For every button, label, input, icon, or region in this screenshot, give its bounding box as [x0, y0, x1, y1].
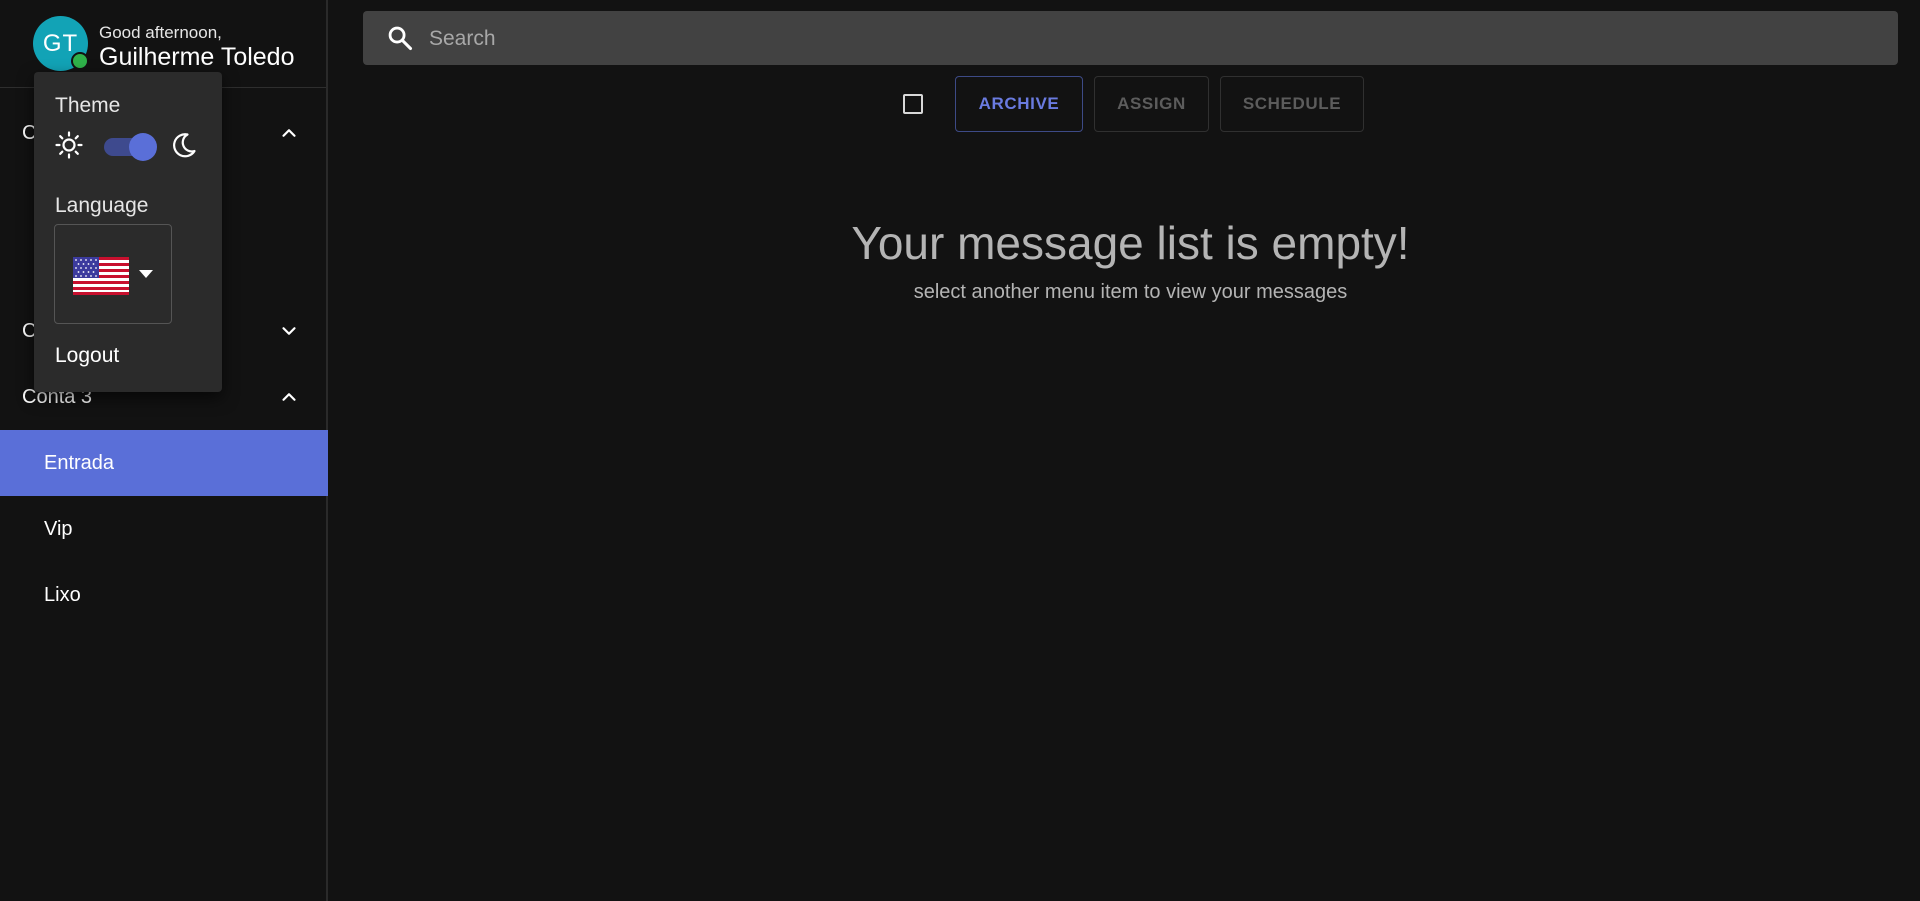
folder-item-entrada[interactable]: Entrada [0, 430, 328, 496]
empty-state-subtitle: select another menu item to view your me… [913, 281, 1348, 303]
folder-label: Entrada [44, 451, 115, 474]
theme-toggle[interactable] [104, 133, 157, 161]
us-flag-icon [73, 257, 129, 295]
chevron-up-icon [282, 129, 296, 137]
theme-switcher [54, 128, 204, 162]
schedule-button[interactable]: SCHEDULE [1220, 76, 1364, 132]
select-all-checkbox[interactable] [903, 94, 923, 114]
language-label: Language [55, 194, 149, 217]
sun-icon [55, 131, 83, 159]
caret-down-icon [139, 270, 153, 278]
folder-item-vip[interactable]: Vip [0, 496, 328, 562]
avatar[interactable]: GT [33, 16, 89, 71]
folder-item-lixo[interactable]: Lixo [0, 562, 328, 628]
search-icon [388, 26, 413, 51]
user-settings-popover: Theme Language Logout [34, 72, 222, 392]
search-input[interactable] [427, 11, 1871, 67]
moon-icon [173, 133, 196, 158]
language-select[interactable] [54, 224, 172, 324]
search-bar[interactable] [363, 11, 1898, 67]
avatar-initials: GT [42, 29, 79, 57]
user-name: Guilherme Toledo [99, 43, 295, 71]
chevron-up-icon [282, 393, 296, 401]
online-status-dot [71, 52, 89, 70]
empty-state-title: Your message list is empty! [851, 217, 1410, 269]
greeting-text: Good afternoon, [99, 23, 222, 42]
folder-label: Vip [44, 517, 73, 540]
chevron-down-icon [282, 327, 296, 335]
theme-label: Theme [55, 94, 121, 117]
folder-label: Lixo [44, 583, 81, 606]
assign-button[interactable]: ASSIGN [1094, 76, 1209, 132]
logout-button[interactable]: Logout [55, 344, 119, 368]
toggle-thumb [129, 133, 157, 161]
archive-button[interactable]: ARCHIVE [955, 76, 1083, 132]
